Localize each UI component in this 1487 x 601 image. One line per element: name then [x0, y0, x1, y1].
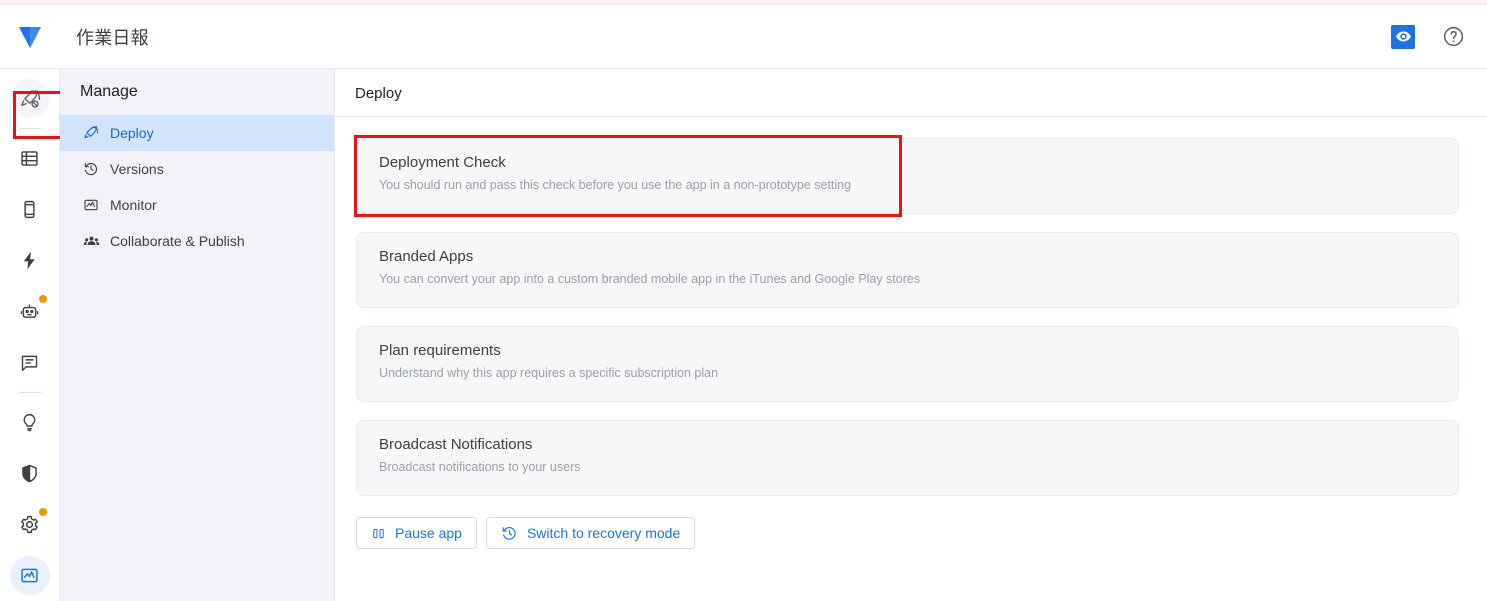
rail-item-intelligence[interactable] — [10, 292, 50, 331]
card-broadcast-notifications[interactable]: Broadcast Notifications Broadcast notifi… — [356, 420, 1459, 496]
card-subtitle: Understand why this app requires a speci… — [379, 366, 719, 380]
header-actions — [1391, 24, 1487, 49]
sidebar-item-deploy[interactable]: Deploy — [60, 115, 334, 151]
rail-item-chat[interactable] — [10, 343, 50, 382]
pause-icon — [371, 526, 386, 541]
notification-badge — [38, 294, 47, 303]
manage-panel: Manage Deploy Versions Monitor Collabora… — [60, 69, 335, 601]
button-label: Pause app — [395, 525, 462, 541]
rail-item-deploy[interactable] — [9, 79, 63, 139]
rail-item-monitor[interactable] — [9, 555, 50, 595]
card-subtitle: You can convert your app into a custom b… — [379, 272, 921, 286]
sidebar-item-versions[interactable]: Versions — [60, 151, 334, 187]
help-circle-icon[interactable] — [1441, 25, 1465, 49]
sidebar-item-monitor[interactable]: Monitor — [60, 187, 334, 223]
eye-icon[interactable] — [1391, 24, 1415, 49]
deploy-actions: Pause app Switch to recovery mode — [335, 514, 1487, 549]
sidebar-item-label: Deploy — [110, 125, 154, 141]
rail-item-app[interactable] — [10, 190, 50, 229]
monitor-icon — [82, 196, 100, 214]
deployment-check-annotation — [354, 135, 902, 217]
rail-item-data[interactable] — [10, 139, 50, 178]
card-title: Branded Apps — [379, 248, 474, 265]
appsheet-logo[interactable] — [0, 5, 60, 69]
app-title: 作業日報 — [76, 27, 149, 48]
left-icon-rail — [0, 69, 63, 601]
card-plan-requirements[interactable]: Plan requirements Understand why this ap… — [356, 326, 1459, 402]
card-subtitle: You should run and pass this check befor… — [379, 178, 852, 192]
switch-recovery-mode-button[interactable]: Switch to recovery mode — [485, 517, 696, 549]
card-deployment-check[interactable]: Deployment Check You should run and pass… — [354, 135, 1459, 217]
rail-item-ideas[interactable] — [10, 403, 50, 442]
card-title: Plan requirements — [379, 342, 501, 359]
rail-item-security[interactable] — [10, 454, 50, 493]
manage-panel-title: Manage — [80, 83, 138, 100]
pause-app-button[interactable]: Pause app — [356, 517, 477, 549]
rail-divider-bottom — [18, 391, 41, 393]
rail-divider-top — [18, 128, 41, 129]
rail-item-automation[interactable] — [10, 241, 50, 280]
main-content: Deploy Deployment Check You should run a… — [335, 69, 1487, 601]
notification-badge — [38, 507, 47, 516]
deploy-cards-list: Deployment Check You should run and pass… — [335, 117, 1487, 496]
sidebar-item-label: Monitor — [110, 197, 157, 213]
sidebar-item-label: Collaborate & Publish — [110, 233, 245, 249]
card-title: Broadcast Notifications — [379, 436, 533, 453]
card-subtitle: Broadcast notifications to your users — [379, 460, 581, 474]
card-branded-apps[interactable]: Branded Apps You can convert your app in… — [356, 232, 1459, 308]
history-icon — [82, 160, 100, 178]
people-icon — [82, 232, 100, 250]
app-header: 作業日報 — [0, 5, 1487, 69]
rail-item-settings[interactable] — [10, 505, 50, 544]
page-title: Deploy — [355, 85, 402, 102]
rocket-icon — [82, 124, 100, 142]
sidebar-item-collaborate-publish[interactable]: Collaborate & Publish — [60, 223, 334, 259]
restore-icon — [501, 525, 518, 542]
sidebar-item-label: Versions — [110, 161, 164, 177]
card-title: Deployment Check — [379, 154, 506, 171]
button-label: Switch to recovery mode — [526, 525, 681, 541]
